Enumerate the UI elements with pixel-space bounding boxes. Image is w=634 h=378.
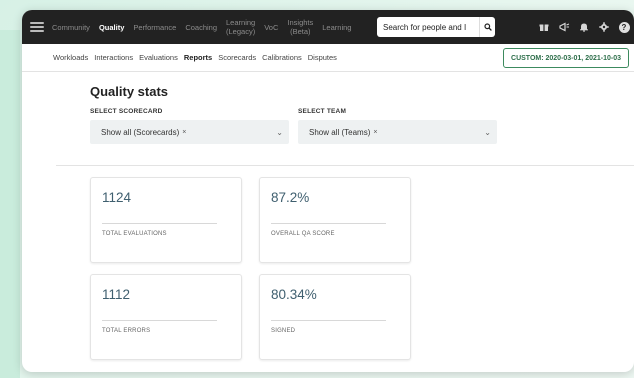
chevron-down-icon[interactable]: ⌄ bbox=[276, 128, 283, 137]
stat-caption: TOTAL ERRORS bbox=[102, 328, 151, 334]
nav-learning-legacy-line1: Learning bbox=[226, 18, 256, 27]
scorecard-label: SELECT SCORECARD bbox=[90, 108, 163, 115]
nav-learning[interactable]: Learning bbox=[322, 23, 351, 32]
team-label: SELECT TEAM bbox=[298, 108, 347, 115]
stat-caption: TOTAL EVALUATIONS bbox=[102, 231, 167, 237]
stat-card-signed: 80.34% SIGNED bbox=[259, 274, 411, 360]
stat-divider bbox=[271, 320, 386, 321]
nav-insights-line1: Insights bbox=[287, 18, 314, 27]
section-divider bbox=[56, 165, 634, 166]
tab-evaluations[interactable]: Evaluations bbox=[139, 53, 178, 62]
scorecard-remove-icon[interactable]: × bbox=[182, 129, 186, 136]
search-input[interactable]: Search for people and I bbox=[383, 23, 479, 32]
tab-workloads[interactable]: Workloads bbox=[53, 53, 88, 62]
nav-insights-beta[interactable]: Insights (Beta) bbox=[287, 18, 313, 36]
stat-card-overall-qa-score: 87.2% OVERALL QA SCORE bbox=[259, 177, 411, 263]
search-box[interactable]: Search for people and I bbox=[377, 17, 495, 37]
stat-value: 1124 bbox=[102, 190, 132, 205]
scorecard-value: Show all (Scorecards) bbox=[101, 127, 180, 137]
gear-icon[interactable] bbox=[594, 10, 614, 44]
header-icons: ? bbox=[534, 10, 634, 44]
date-range-button[interactable]: CUSTOM: 2020-03-01, 2021-10-03 bbox=[503, 48, 629, 68]
tab-calibrations[interactable]: Calibrations bbox=[262, 53, 302, 62]
stat-card-total-evaluations: 1124 TOTAL EVALUATIONS bbox=[90, 177, 242, 263]
menu-icon[interactable] bbox=[30, 22, 44, 32]
stat-value: 87.2% bbox=[271, 190, 310, 205]
stat-caption: OVERALL QA SCORE bbox=[271, 231, 335, 237]
team-remove-icon[interactable]: × bbox=[373, 129, 377, 136]
nav-performance[interactable]: Performance bbox=[133, 23, 176, 32]
tab-reports[interactable]: Reports bbox=[184, 53, 212, 62]
search-icon[interactable] bbox=[479, 17, 495, 37]
bell-icon[interactable] bbox=[574, 10, 594, 44]
stat-divider bbox=[102, 320, 217, 321]
nav-coaching[interactable]: Coaching bbox=[185, 23, 217, 32]
chevron-down-icon[interactable]: ⌄ bbox=[484, 128, 491, 137]
megaphone-icon[interactable] bbox=[554, 10, 574, 44]
stat-value: 1112 bbox=[102, 287, 131, 302]
top-navigation: Community Quality Performance Coaching L… bbox=[22, 10, 634, 44]
scorecard-select[interactable]: Show all (Scorecards) × ⌄ bbox=[90, 120, 289, 144]
app-window: Community Quality Performance Coaching L… bbox=[22, 10, 634, 372]
tab-disputes[interactable]: Disputes bbox=[308, 53, 337, 62]
stat-value: 80.34% bbox=[271, 287, 317, 302]
page-title: Quality stats bbox=[90, 84, 169, 99]
gift-icon[interactable] bbox=[534, 10, 554, 44]
stat-divider bbox=[271, 223, 386, 224]
nav-community[interactable]: Community bbox=[52, 23, 90, 32]
team-value: Show all (Teams) bbox=[309, 127, 371, 137]
tab-scorecards[interactable]: Scorecards bbox=[218, 53, 256, 62]
stat-divider bbox=[102, 223, 217, 224]
team-select[interactable]: Show all (Teams) × ⌄ bbox=[298, 120, 497, 144]
nav-learning-legacy[interactable]: Learning (Legacy) bbox=[226, 18, 255, 36]
nav-quality[interactable]: Quality bbox=[99, 23, 124, 32]
stat-card-total-errors: 1112 TOTAL ERRORS bbox=[90, 274, 242, 360]
nav-insights-line2: (Beta) bbox=[290, 27, 311, 36]
sub-navigation: Workloads Interactions Evaluations Repor… bbox=[22, 44, 634, 72]
nav-voc[interactable]: VoC bbox=[264, 23, 278, 32]
stat-caption: SIGNED bbox=[271, 328, 296, 334]
background-accent bbox=[0, 30, 20, 378]
tab-interactions[interactable]: Interactions bbox=[94, 53, 133, 62]
help-icon[interactable]: ? bbox=[614, 10, 634, 44]
nav-learning-legacy-line2: (Legacy) bbox=[226, 27, 256, 36]
help-glyph: ? bbox=[618, 21, 630, 33]
